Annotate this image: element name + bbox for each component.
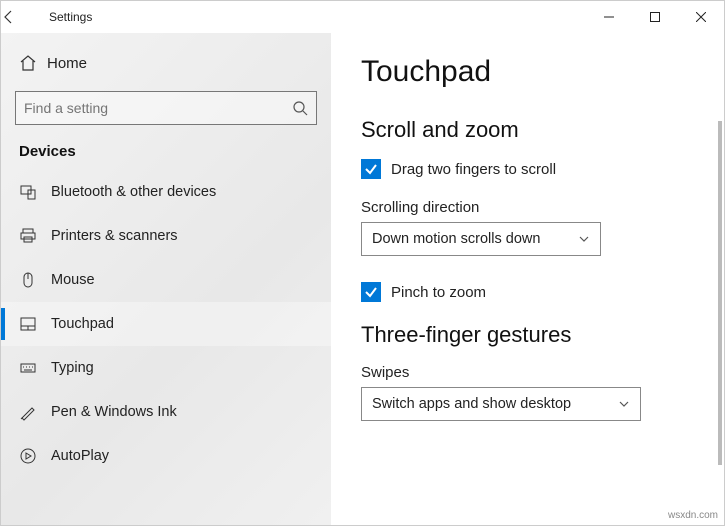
nav-item-label: Bluetooth & other devices <box>51 184 216 200</box>
titlebar: Settings <box>1 1 724 33</box>
nav-home[interactable]: Home <box>1 43 331 83</box>
sidebar-section-title: Devices <box>1 139 331 170</box>
home-icon <box>19 54 47 72</box>
keyboard-icon <box>19 359 51 377</box>
devices-icon <box>19 183 51 201</box>
nav-item-typing[interactable]: Typing <box>1 346 331 390</box>
nav-item-label: AutoPlay <box>51 448 109 464</box>
nav-item-printers[interactable]: Printers & scanners <box>1 214 331 258</box>
nav-item-pen[interactable]: Pen & Windows Ink <box>1 390 331 434</box>
checkbox-pinch-zoom[interactable]: Pinch to zoom <box>361 282 694 302</box>
window-title: Settings <box>49 10 92 24</box>
close-button[interactable] <box>678 1 724 33</box>
maximize-button[interactable] <box>632 1 678 33</box>
checkbox-label: Pinch to zoom <box>391 284 486 301</box>
autoplay-icon <box>19 447 51 465</box>
swipes-label: Swipes <box>361 364 694 381</box>
back-button[interactable] <box>1 9 49 25</box>
section-three-finger: Three-finger gestures <box>361 322 694 348</box>
search-icon <box>292 100 308 116</box>
nav-item-mouse[interactable]: Mouse <box>1 258 331 302</box>
nav-item-label: Pen & Windows Ink <box>51 404 177 420</box>
nav-item-label: Mouse <box>51 272 95 288</box>
nav-item-touchpad[interactable]: Touchpad <box>1 302 331 346</box>
checkbox-checked-icon <box>361 282 381 302</box>
content-pane: Touchpad Scroll and zoom Drag two finger… <box>331 33 724 525</box>
sidebar: Home Devices Bluetooth & other devices <box>1 33 331 525</box>
nav-item-autoplay[interactable]: AutoPlay <box>1 434 331 478</box>
select-value: Down motion scrolls down <box>372 231 540 247</box>
search-box[interactable] <box>15 91 317 125</box>
select-value: Switch apps and show desktop <box>372 396 571 412</box>
touchpad-icon <box>19 315 51 333</box>
swipes-select[interactable]: Switch apps and show desktop <box>361 387 641 421</box>
page-title: Touchpad <box>361 55 694 89</box>
pen-icon <box>19 403 51 421</box>
section-scroll-zoom: Scroll and zoom <box>361 117 694 143</box>
vertical-scrollbar[interactable] <box>718 121 722 465</box>
scrolling-direction-label: Scrolling direction <box>361 199 694 216</box>
checkbox-checked-icon <box>361 159 381 179</box>
checkbox-label: Drag two fingers to scroll <box>391 161 556 178</box>
chevron-down-icon <box>578 233 590 245</box>
mouse-icon <box>19 271 51 289</box>
search-input[interactable] <box>24 100 292 116</box>
nav-item-label: Printers & scanners <box>51 228 178 244</box>
watermark: wsxdn.com <box>668 510 718 521</box>
minimize-button[interactable] <box>586 1 632 33</box>
chevron-down-icon <box>618 398 630 410</box>
checkbox-drag-two-fingers[interactable]: Drag two fingers to scroll <box>361 159 694 179</box>
nav-item-bluetooth[interactable]: Bluetooth & other devices <box>1 170 331 214</box>
nav-item-label: Touchpad <box>51 316 114 332</box>
nav-item-label: Typing <box>51 360 94 376</box>
scrolling-direction-select[interactable]: Down motion scrolls down <box>361 222 601 256</box>
nav-home-label: Home <box>47 55 87 72</box>
printer-icon <box>19 227 51 245</box>
